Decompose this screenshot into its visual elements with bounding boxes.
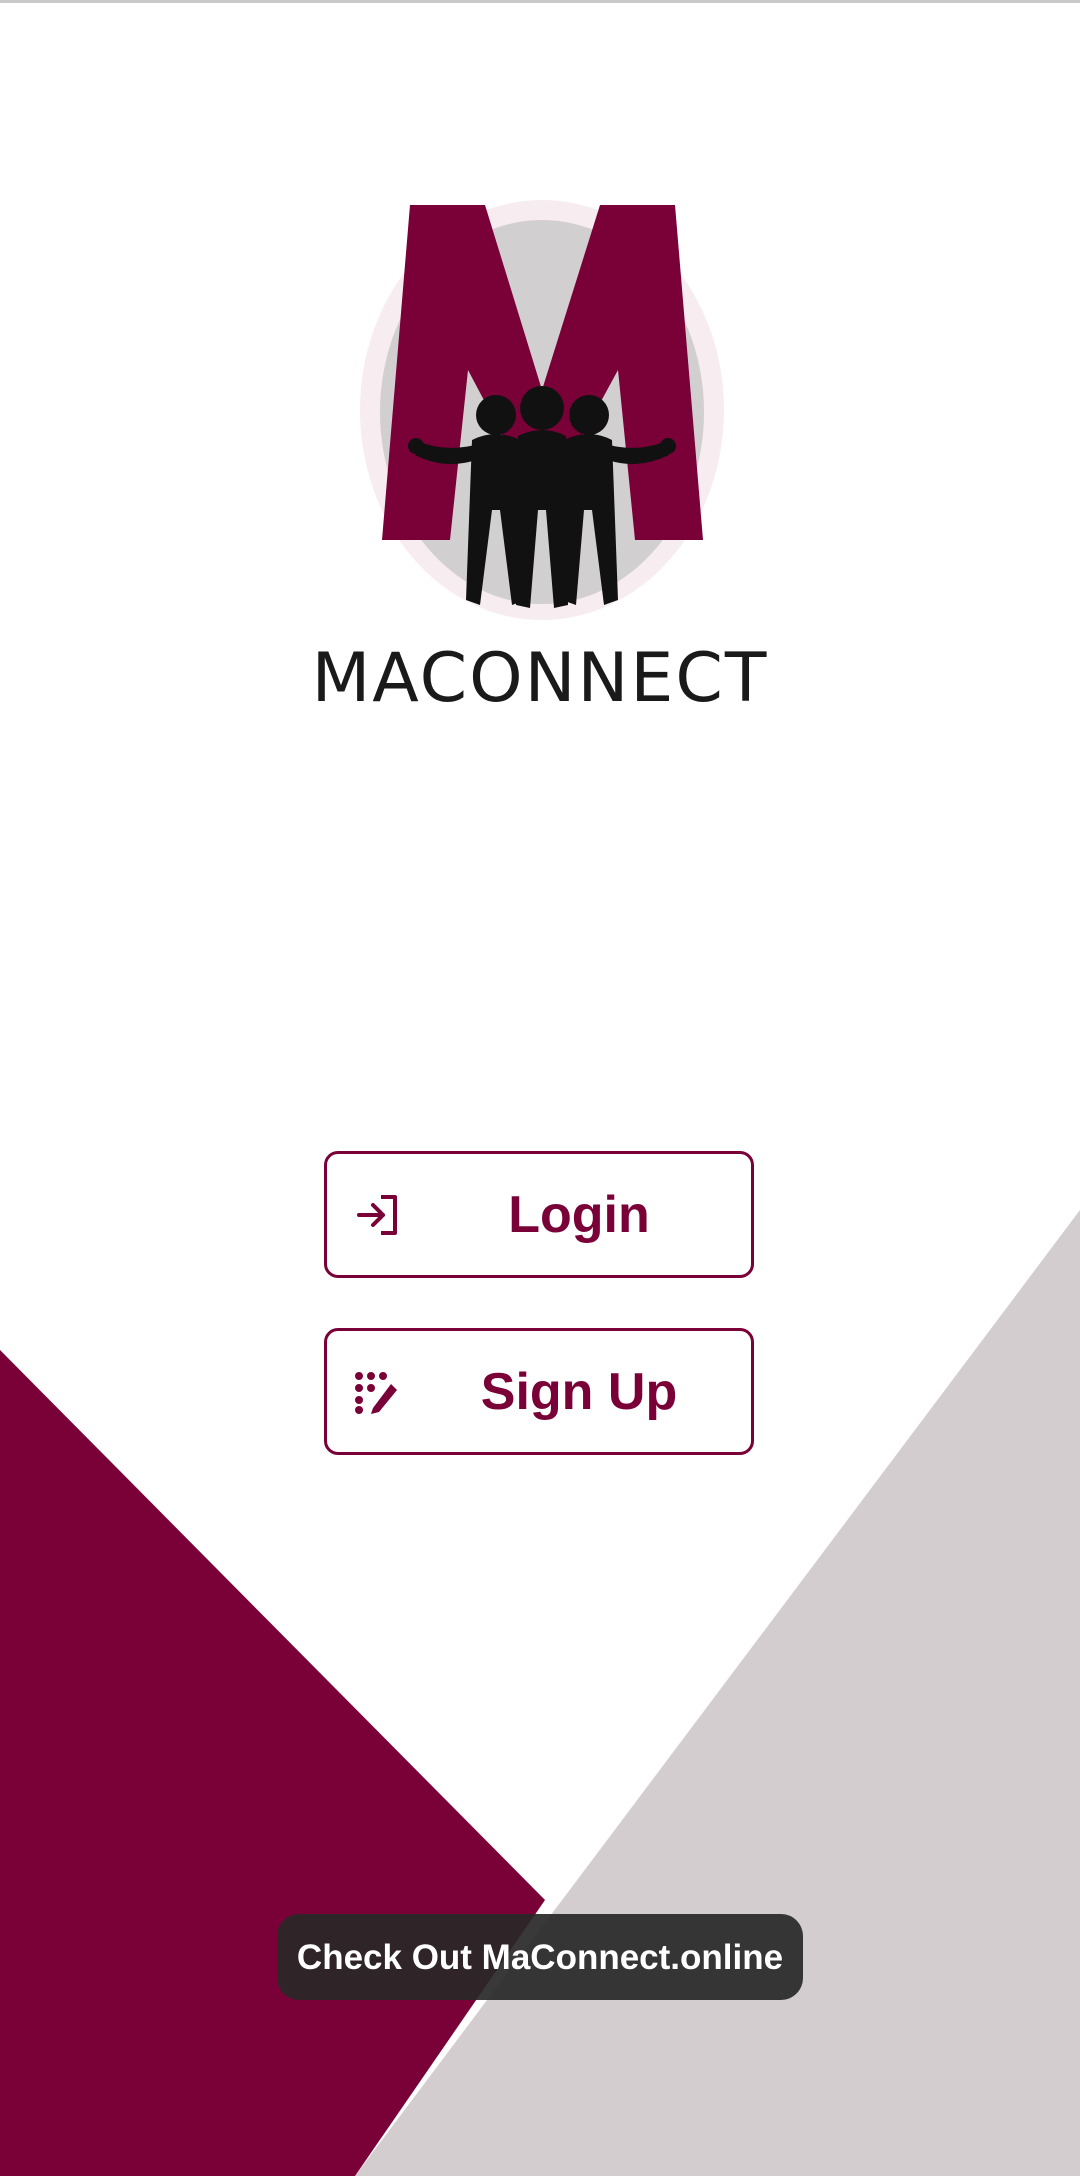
signup-button-label: Sign Up [480, 1362, 678, 1421]
signup-button[interactable]: Sign Up [324, 1328, 754, 1455]
toast-message: Check Out MaConnect.online [277, 1914, 803, 2000]
welcome-screen: MACONNECT Login Sign Up Check Out MaConn… [0, 0, 1080, 2176]
toast-text: Check Out MaConnect.online [296, 1937, 784, 1977]
login-button[interactable]: Login [324, 1151, 754, 1278]
login-button-label: Login [508, 1185, 650, 1244]
login-arrow-icon [357, 1194, 397, 1235]
app-logo: MACONNECT [300, 180, 780, 740]
logo-wordmark: MACONNECT [311, 639, 769, 718]
people-group-icon [360, 200, 724, 620]
signup-dots-pen-icon [355, 1371, 397, 1414]
